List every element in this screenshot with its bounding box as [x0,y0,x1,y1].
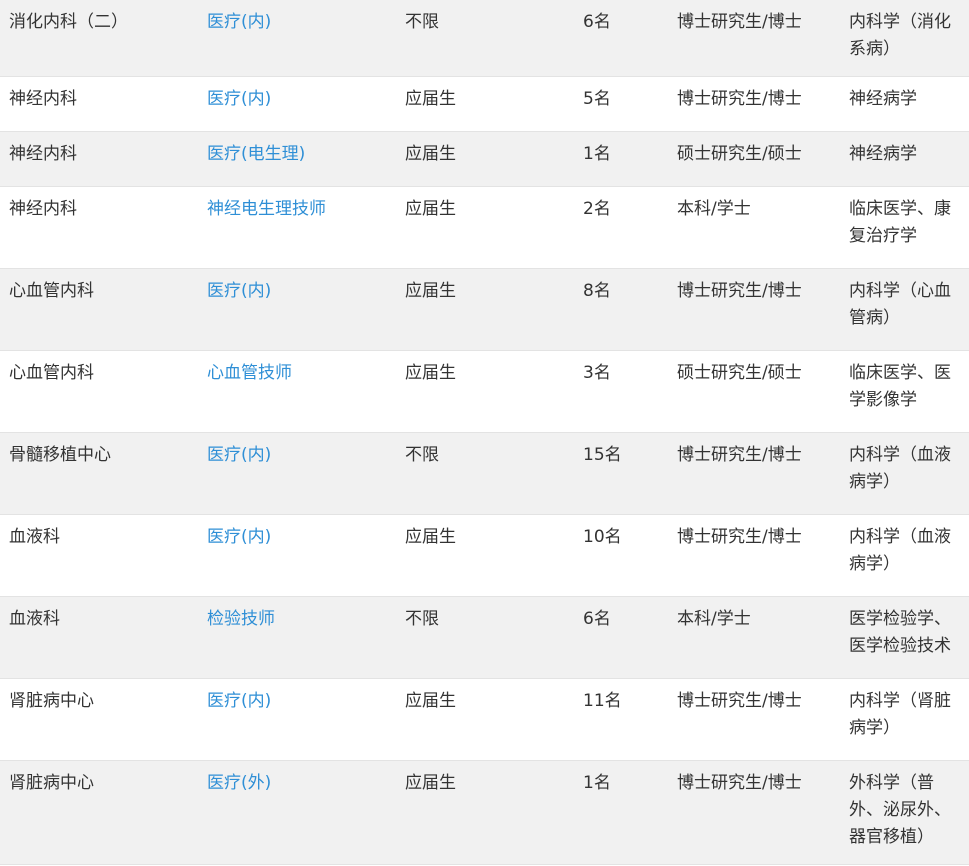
requirement-cell: 应届生 [405,143,456,164]
degree-cell: 博士研究生/博士 [677,280,802,301]
position-cell: 医疗(电生理) [198,131,396,186]
major-cell: 外科学（普外、泌尿外、器官移植） [849,772,951,847]
position-cell: 医疗(内) [198,268,396,350]
table-row: 心血管内科 医疗(内) 应届生 8名 博士研究生/博士 内科学（心血管病） [0,268,969,350]
degree-cell: 硕士研究生/硕士 [677,362,802,383]
department-cell: 肾脏病中心 [9,690,94,711]
major-cell: 临床医学、康复治疗学 [849,198,951,246]
table-row: 心血管内科 心血管技师 应届生 3名 硕士研究生/硕士 临床医学、医学影像学 [0,350,969,432]
degree-cell: 本科/学士 [677,608,751,629]
count-cell: 5名 [583,88,611,109]
requirement-cell: 应届生 [405,280,456,301]
recruitment-table-body: 消化内科（二） 医疗(内) 不限 6名 博士研究生/博士 内科学（消化系病） 神… [0,0,969,864]
position-cell: 医疗(内) [198,678,396,760]
department-cell: 消化内科（二） [9,12,128,32]
position-cell: 医疗(内) [198,0,396,76]
table-row: 消化内科（二） 医疗(内) 不限 6名 博士研究生/博士 内科学（消化系病） [0,0,969,76]
position-link[interactable]: 检验技师 [207,609,275,629]
department-cell: 骨髓移植中心 [9,444,111,465]
position-link[interactable]: 心血管技师 [207,363,292,383]
major-cell: 内科学（消化系病） [849,12,951,59]
requirement-cell: 应届生 [405,198,456,219]
count-cell: 6名 [583,608,611,629]
count-cell: 1名 [583,772,611,793]
count-cell: 3名 [583,362,611,383]
table-row: 骨髓移植中心 医疗(内) 不限 15名 博士研究生/博士 内科学（血液病学） [0,432,969,514]
position-cell: 心血管技师 [198,350,396,432]
major-cell: 临床医学、医学影像学 [849,362,951,410]
table-row: 神经内科 神经电生理技师 应届生 2名 本科/学士 临床医学、康复治疗学 [0,186,969,268]
department-cell: 血液科 [9,526,60,547]
department-cell: 神经内科 [9,143,77,164]
department-cell: 心血管内科 [9,280,94,301]
position-cell: 神经电生理技师 [198,186,396,268]
degree-cell: 本科/学士 [677,198,751,219]
count-cell: 15名 [583,444,622,465]
table-row: 神经内科 医疗(电生理) 应届生 1名 硕士研究生/硕士 神经病学 [0,131,969,186]
degree-cell: 博士研究生/博士 [677,444,802,465]
requirement-cell: 应届生 [405,526,456,547]
major-cell: 神经病学 [849,143,917,164]
position-link[interactable]: 医疗(内) [207,281,271,301]
position-link[interactable]: 医疗(电生理) [207,144,305,164]
major-cell: 内科学（肾脏病学） [849,690,951,738]
position-link[interactable]: 医疗(内) [207,691,271,711]
department-cell: 肾脏病中心 [9,772,94,793]
count-cell: 2名 [583,198,611,219]
count-cell: 8名 [583,280,611,301]
recruitment-table: 消化内科（二） 医疗(内) 不限 6名 博士研究生/博士 内科学（消化系病） 神… [0,0,969,865]
major-cell: 内科学（血液病学） [849,444,951,492]
department-cell: 血液科 [9,608,60,629]
position-cell: 医疗(内) [198,76,396,131]
position-cell: 检验技师 [198,596,396,678]
count-cell: 11名 [583,690,622,711]
department-cell: 神经内科 [9,88,77,109]
position-link[interactable]: 医疗(内) [207,445,271,465]
degree-cell: 博士研究生/博士 [677,772,802,793]
count-cell: 1名 [583,143,611,164]
table-row: 肾脏病中心 医疗(内) 应届生 11名 博士研究生/博士 内科学（肾脏病学） [0,678,969,760]
position-cell: 医疗(内) [198,432,396,514]
degree-cell: 博士研究生/博士 [677,88,802,109]
table-row: 肾脏病中心 医疗(外) 应届生 1名 博士研究生/博士 外科学（普外、泌尿外、器… [0,760,969,864]
count-cell: 6名 [583,12,611,32]
position-link[interactable]: 医疗(外) [207,773,271,793]
department-cell: 心血管内科 [9,362,94,383]
position-link[interactable]: 医疗(内) [207,12,271,32]
major-cell: 医学检验学、医学检验技术 [849,608,951,656]
table-row: 神经内科 医疗(内) 应届生 5名 博士研究生/博士 神经病学 [0,76,969,131]
requirement-cell: 应届生 [405,690,456,711]
requirement-cell: 应届生 [405,772,456,793]
major-cell: 内科学（血液病学） [849,526,951,574]
degree-cell: 博士研究生/博士 [677,526,802,547]
position-cell: 医疗(外) [198,760,396,864]
requirement-cell: 应届生 [405,362,456,383]
table-row: 血液科 医疗(内) 应届生 10名 博士研究生/博士 内科学（血液病学） [0,514,969,596]
department-cell: 神经内科 [9,198,77,219]
requirement-cell: 不限 [405,608,439,629]
major-cell: 神经病学 [849,88,917,109]
position-cell: 医疗(内) [198,514,396,596]
table-row: 血液科 检验技师 不限 6名 本科/学士 医学检验学、医学检验技术 [0,596,969,678]
requirement-cell: 不限 [405,12,439,32]
degree-cell: 博士研究生/博士 [677,690,802,711]
requirement-cell: 不限 [405,444,439,465]
position-link[interactable]: 神经电生理技师 [207,199,326,219]
position-link[interactable]: 医疗(内) [207,527,271,547]
degree-cell: 硕士研究生/硕士 [677,143,802,164]
major-cell: 内科学（心血管病） [849,280,951,328]
position-link[interactable]: 医疗(内) [207,89,271,109]
count-cell: 10名 [583,526,622,547]
requirement-cell: 应届生 [405,88,456,109]
degree-cell: 博士研究生/博士 [677,12,802,32]
